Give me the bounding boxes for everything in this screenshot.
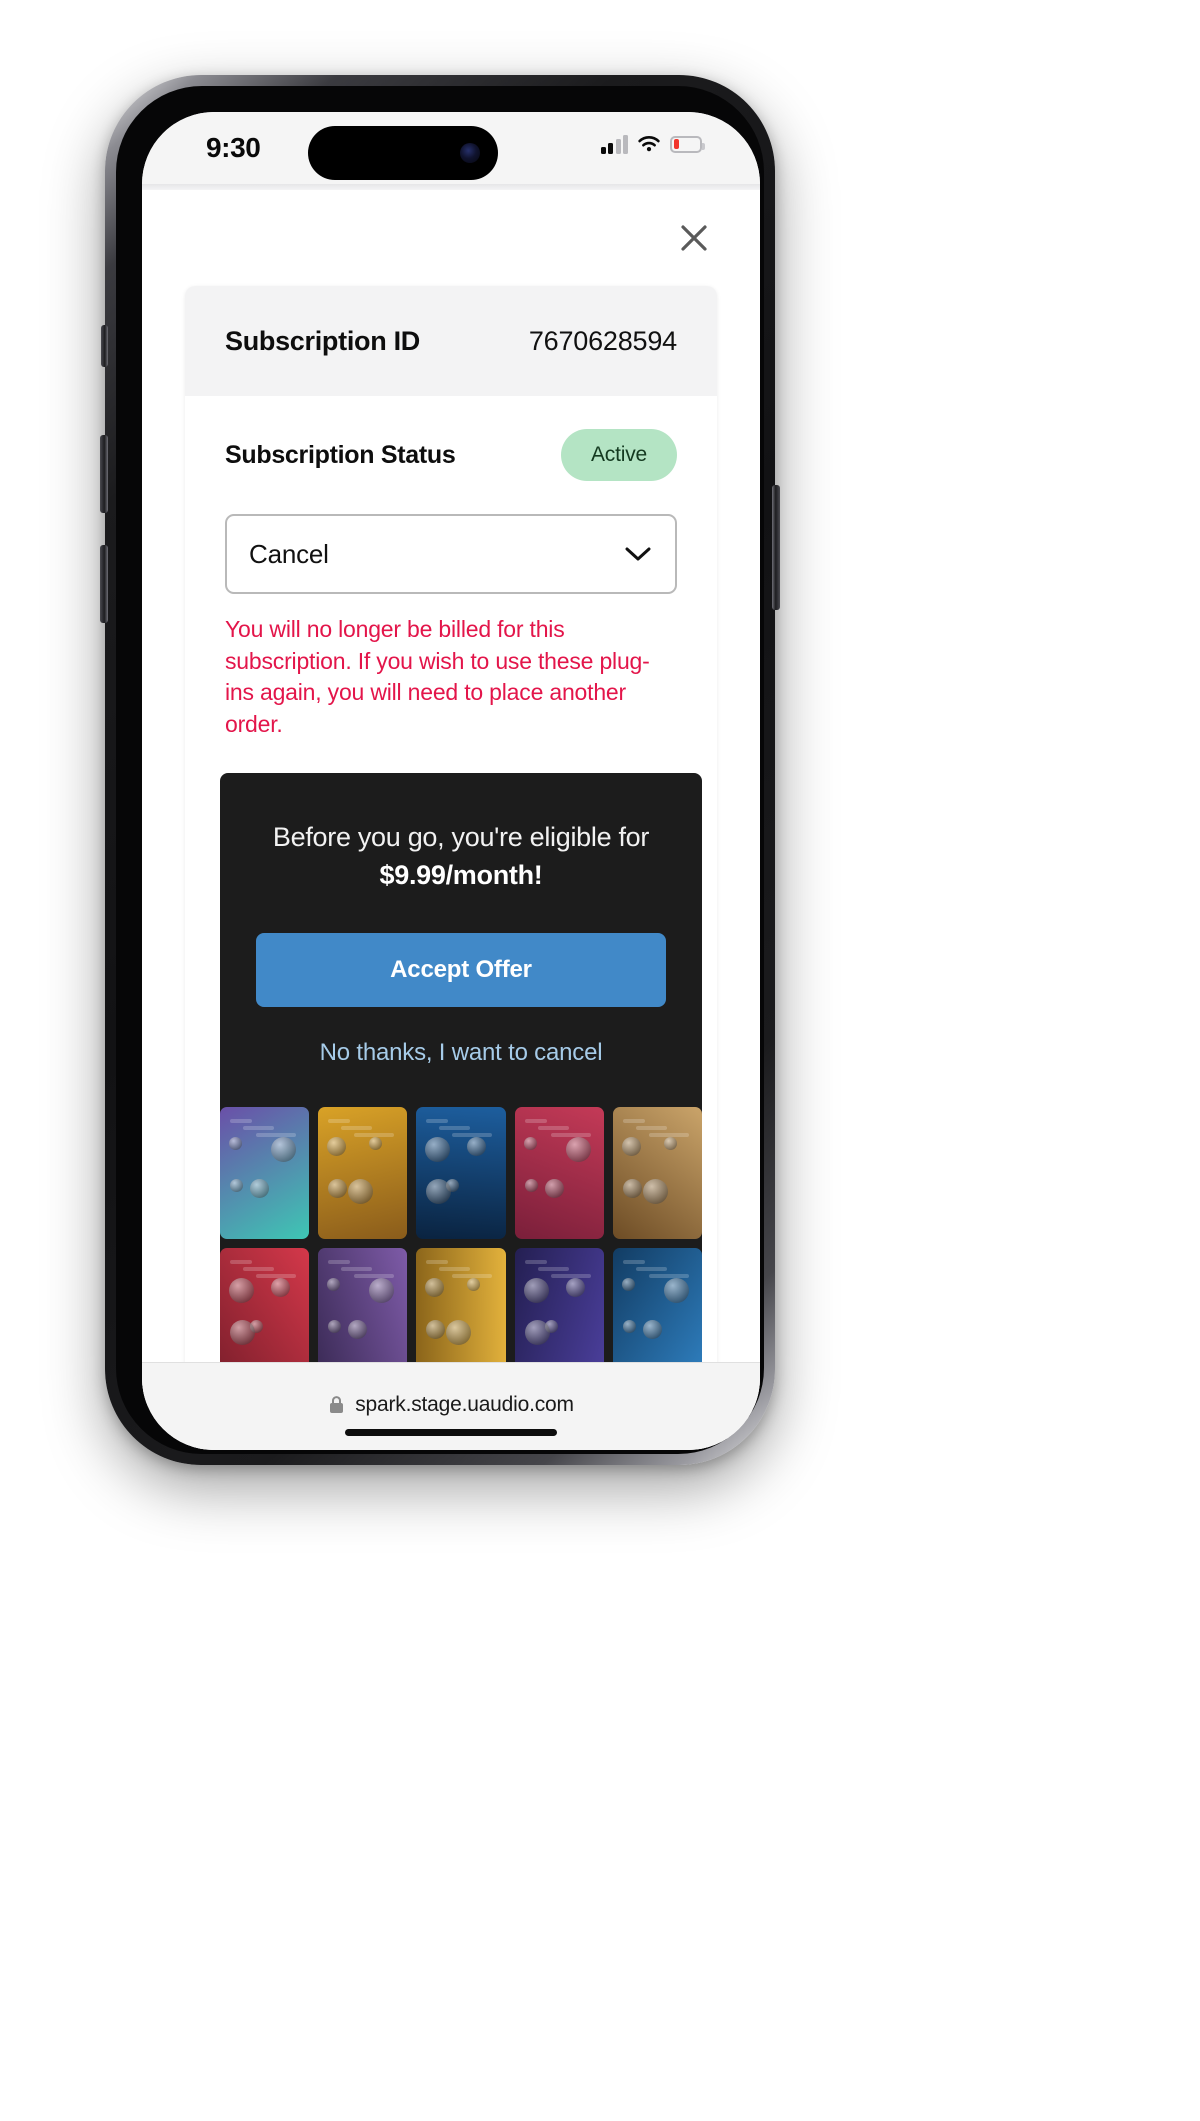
retention-offer-panel: Before you go, you're eligible for $9.99… <box>220 772 702 1380</box>
decline-offer-link[interactable]: No thanks, I want to cancel <box>220 1039 702 1067</box>
plugin-thumb-7 <box>318 1247 408 1380</box>
action-select-value: Cancel <box>249 538 329 569</box>
url-text: spark.stage.uaudio.com <box>355 1392 574 1416</box>
subscription-id-value: 7670628594 <box>528 325 677 356</box>
plugin-thumb-9 <box>514 1247 604 1380</box>
status-badge: Active <box>561 429 677 481</box>
home-indicator[interactable] <box>345 1429 557 1436</box>
phone-bezel: 9:30 Subscription ID 7670628594 Subscrip… <box>116 86 764 1454</box>
offer-heading-price: $9.99/month! <box>379 859 543 890</box>
phone-frame: 9:30 Subscription ID 7670628594 Subscrip… <box>100 75 780 1465</box>
volume-down-button[interactable] <box>100 545 108 623</box>
cancel-warning-text: You will no longer be billed for this su… <box>225 616 650 738</box>
status-icons <box>600 134 705 154</box>
action-select[interactable]: Cancel <box>225 514 677 594</box>
power-button[interactable] <box>772 485 780 610</box>
plugin-thumb-4 <box>514 1106 604 1239</box>
dynamic-island <box>308 126 498 180</box>
battery-fill <box>673 139 679 149</box>
subscription-card: Subscription ID 7670628594 Subscription … <box>185 286 717 1380</box>
lock-icon <box>330 1395 344 1413</box>
silent-switch[interactable] <box>101 325 108 367</box>
plugin-thumb-3 <box>416 1106 506 1239</box>
url-line: spark.stage.uaudio.com <box>328 1393 574 1417</box>
subscription-id-row: Subscription ID 7670628594 <box>185 286 717 396</box>
offer-heading-prefix: Before you go, you're eligible for <box>272 821 650 852</box>
status-time: 9:30 <box>206 132 261 163</box>
subscription-card-body: Subscription Status Active Cancel You wi <box>185 396 717 1380</box>
offer-heading: Before you go, you're eligible for $9.99… <box>220 819 702 895</box>
plugin-thumbnail-grid <box>220 1106 702 1380</box>
subscription-status-row: Subscription Status Active <box>225 396 677 514</box>
status-bar: 9:30 <box>142 112 760 184</box>
phone-screen: 9:30 Subscription ID 7670628594 Subscrip… <box>142 112 760 1450</box>
page-top-shade <box>142 184 760 190</box>
wifi-icon <box>638 136 660 152</box>
plugin-thumb-5 <box>612 1106 702 1239</box>
plugin-thumb-1 <box>220 1106 310 1239</box>
plugin-thumb-2 <box>318 1106 408 1239</box>
subscription-status-label: Subscription Status <box>225 440 456 469</box>
plugin-thumb-8 <box>416 1247 506 1380</box>
volume-up-button[interactable] <box>100 435 108 513</box>
accept-offer-button[interactable]: Accept Offer <box>256 932 666 1007</box>
close-x-icon[interactable] <box>672 216 716 260</box>
browser-url-bar[interactable]: spark.stage.uaudio.com <box>142 1362 760 1450</box>
plugin-thumb-10 <box>612 1247 702 1380</box>
cellular-signal-icon <box>600 134 628 154</box>
front-camera-icon <box>460 143 480 163</box>
web-page-content: Subscription ID 7670628594 Subscription … <box>142 184 760 1450</box>
subscription-id-label: Subscription ID <box>225 325 421 356</box>
battery-low-icon <box>670 135 705 153</box>
action-select-wrapper: Cancel <box>225 514 677 594</box>
plugin-thumb-6 <box>220 1247 310 1380</box>
modal-header <box>142 202 760 274</box>
